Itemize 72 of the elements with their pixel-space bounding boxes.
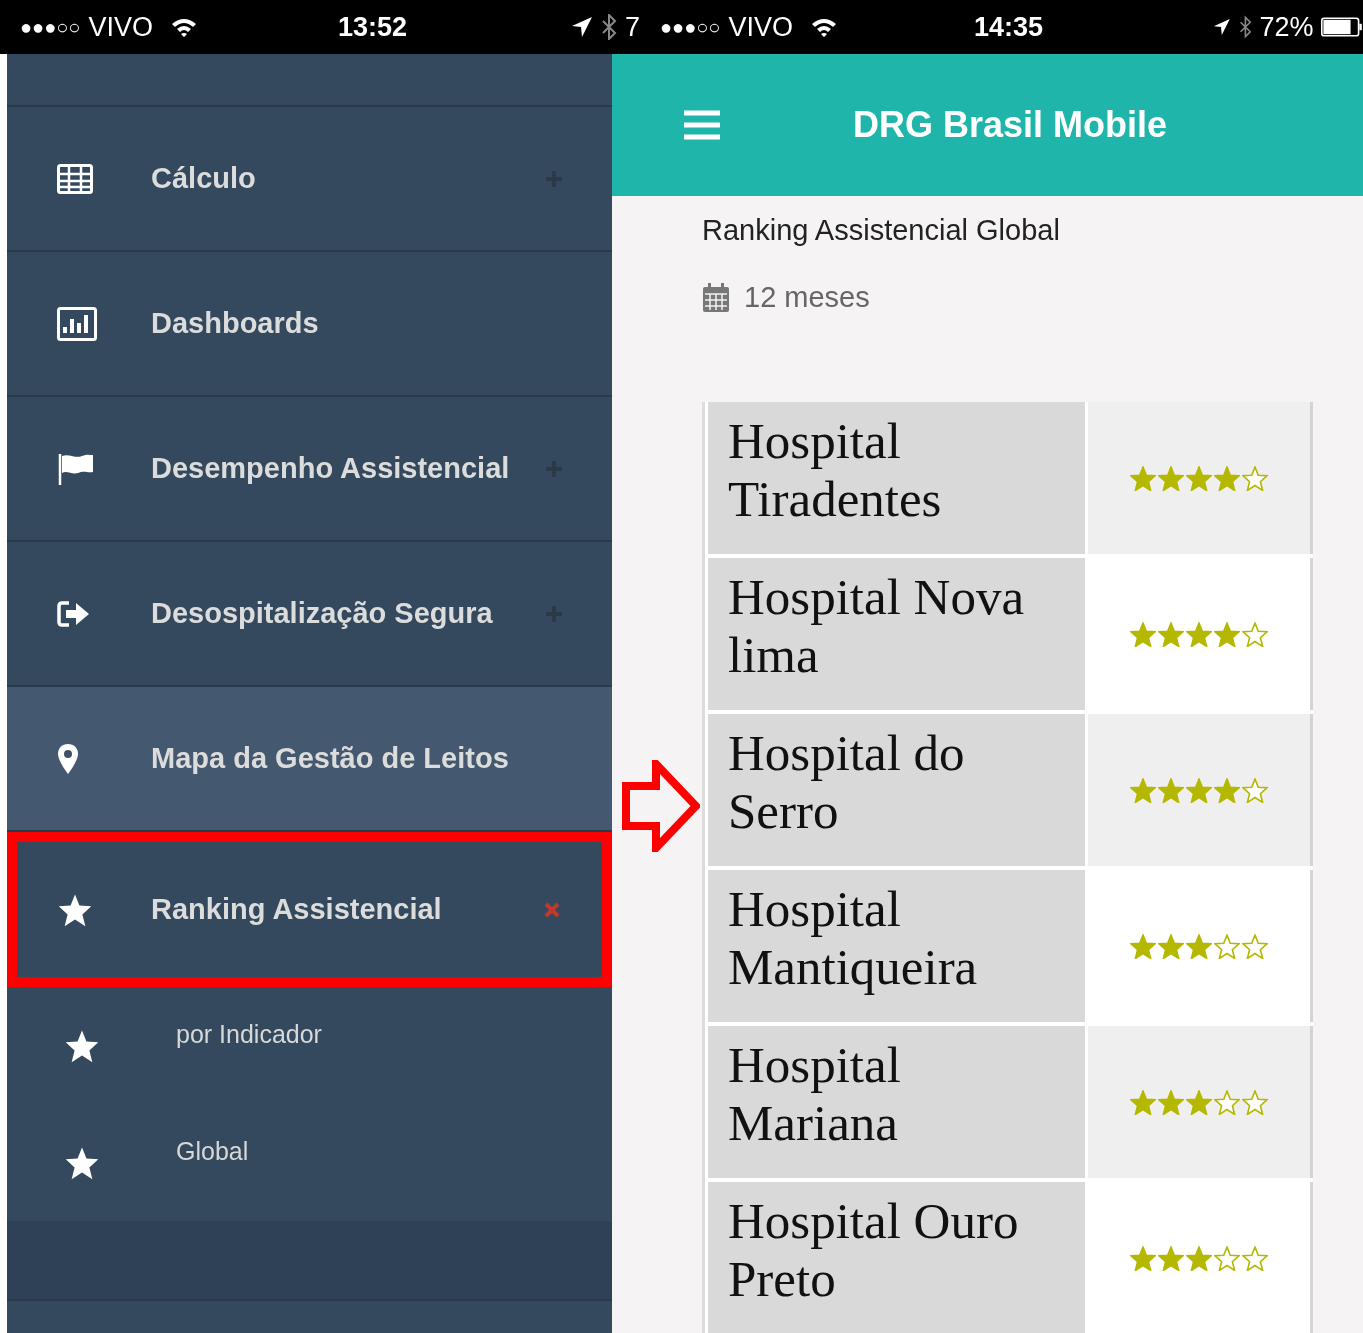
calendar-icon: [702, 282, 730, 313]
signal-strength: ●●●○○: [660, 15, 721, 39]
star-icon: [1186, 621, 1212, 647]
menu-icon[interactable]: [684, 110, 720, 140]
empty-star-icon: [1242, 1089, 1268, 1115]
submenu-label: por Indicador: [176, 1020, 322, 1049]
star-icon: [1214, 621, 1240, 647]
hospital-name: Hospital Mariana: [708, 1026, 1085, 1178]
star-icon: [1130, 933, 1156, 959]
carrier-name: VIVO: [728, 11, 793, 43]
menu-label: Cálculo: [151, 162, 257, 195]
empty-star-icon: [1214, 1089, 1240, 1115]
star-icon: [1186, 933, 1212, 959]
star-icon: [1158, 1245, 1184, 1271]
star-icon: [1158, 933, 1184, 959]
battery-level: 72%: [1259, 11, 1314, 43]
flag-icon: [57, 451, 95, 486]
empty-star-icon: [1242, 933, 1268, 959]
star-icon: [1186, 1245, 1212, 1271]
map-pin-icon: [57, 742, 79, 775]
bluetooth-icon: [1238, 14, 1252, 40]
sign-out-icon: [57, 599, 91, 628]
empty-star-icon: [1214, 1245, 1240, 1271]
battery-level: 7: [624, 11, 640, 43]
wifi-icon: [170, 17, 197, 37]
star-icon: [1158, 465, 1184, 491]
signal-strength: ●●●○○: [20, 15, 81, 39]
star-icon: [1186, 777, 1212, 803]
star-icon: [1186, 465, 1212, 491]
wifi-icon: [810, 17, 837, 37]
star-icon: [1214, 465, 1240, 491]
location-arrow-icon: [570, 16, 593, 38]
menu-item[interactable]: Mapa da Gestão de Leitos: [7, 687, 612, 832]
submenu-item[interactable]: por Indicador: [7, 987, 612, 1104]
star-icon: [1158, 1089, 1184, 1115]
empty-star-icon: [1242, 1245, 1268, 1271]
empty-star-icon: [1242, 777, 1268, 803]
page-title: Ranking Assistencial Global: [702, 214, 1061, 247]
hospital-name: Hospital Mantiqueira: [708, 870, 1085, 1022]
table-icon: [57, 163, 93, 194]
status-time: 14:35: [974, 11, 1044, 43]
star-icon: [1130, 1245, 1156, 1271]
star-icon: [1186, 1089, 1212, 1115]
empty-star-icon: [1214, 933, 1240, 959]
status-time: 13:52: [338, 11, 408, 43]
hospital-name: Hospital Tiradentes: [708, 402, 1085, 554]
bar-chart-icon: [57, 306, 97, 341]
menu-item[interactable]: Ranking Assistencial: [7, 832, 612, 987]
menu-label: Desospitalização Segura: [151, 597, 494, 630]
star-icon: [1158, 777, 1184, 803]
star-icon: [1214, 777, 1240, 803]
empty-star-icon: [1242, 621, 1268, 647]
period-label: 12 meses: [744, 281, 870, 314]
menu-label: Ranking Assistencial: [151, 893, 443, 926]
hospital-name: Hospital Nova lima: [708, 558, 1085, 710]
bluetooth-icon: [600, 14, 617, 40]
empty-star-icon: [1242, 465, 1268, 491]
app-title: DRG Brasil Mobile: [853, 104, 1168, 146]
hospital-name: Hospital do Serro: [708, 714, 1085, 866]
star-icon: [1130, 1089, 1156, 1115]
menu-label: Mapa da Gestão de Leitos: [151, 742, 510, 775]
star-icon: [1130, 777, 1156, 803]
menu-label: Dashboards: [151, 307, 320, 340]
carrier-name: VIVO: [88, 11, 153, 43]
star-icon: [1158, 621, 1184, 647]
battery-icon: [1321, 15, 1363, 39]
hospital-name: Hospital Ouro Preto: [708, 1182, 1085, 1333]
submenu-label: Global: [176, 1137, 249, 1166]
menu-label: Desempenho Assistencial: [151, 452, 511, 485]
star-icon: [1130, 621, 1156, 647]
submenu-item[interactable]: Global: [7, 1104, 612, 1221]
star-icon: [1130, 465, 1156, 491]
